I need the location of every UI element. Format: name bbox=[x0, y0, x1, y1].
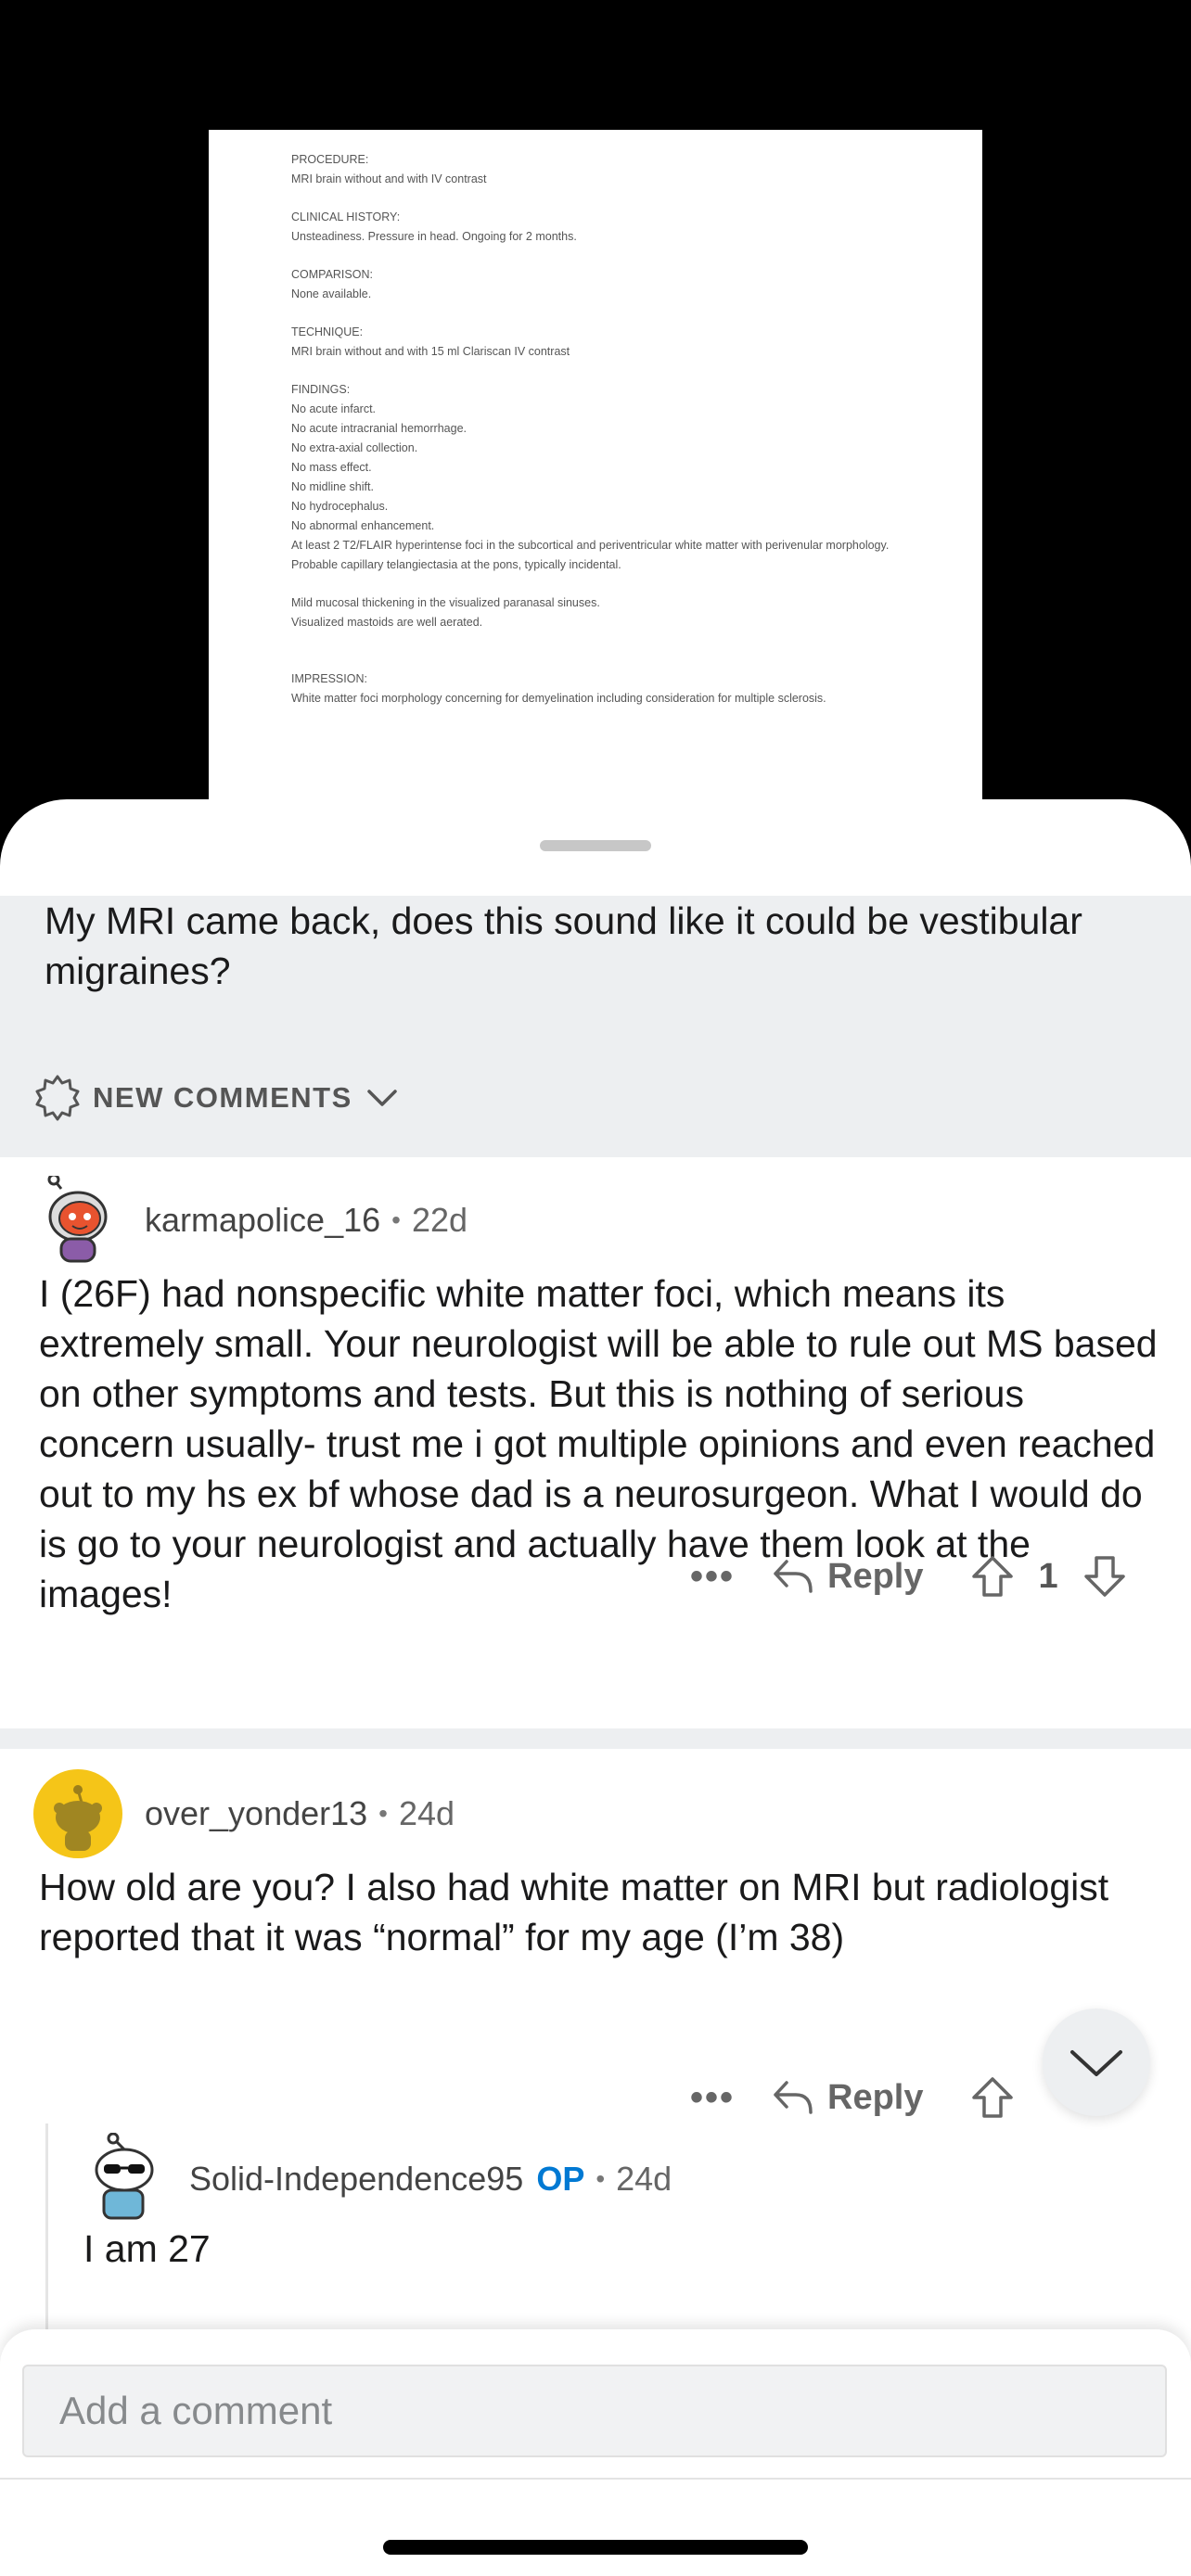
report-section: FINDINGS: No acute infarct. No acute intra… bbox=[291, 380, 945, 575]
comment-composer-bar bbox=[0, 2329, 1191, 2576]
media-viewer: PROCEDURE: MRI brain without and with IV … bbox=[0, 0, 1191, 835]
username[interactable]: karmapolice_16 bbox=[145, 1201, 380, 1240]
report-line: Probable capillary telangiectasia at the… bbox=[291, 558, 621, 571]
separator-dot: • bbox=[391, 1205, 401, 1234]
comment-actions: ••• Reply 1 bbox=[690, 1549, 1127, 1604]
report-heading: COMPARISON: bbox=[291, 268, 373, 281]
separator-dot: • bbox=[378, 1799, 388, 1828]
comment-divider bbox=[0, 1728, 1191, 1749]
report-heading: CLINICAL HISTORY: bbox=[291, 210, 401, 223]
upvote-icon[interactable] bbox=[970, 2075, 1015, 2120]
more-options-button[interactable]: ••• bbox=[690, 2077, 735, 2119]
report-line: No extra-axial collection. bbox=[291, 441, 418, 454]
comment-body: I am 27 bbox=[83, 2227, 211, 2270]
reply-label: Reply bbox=[827, 1556, 924, 1596]
sparkle-badge-icon bbox=[35, 1075, 80, 1121]
report-line: Unsteadiness. Pressure in head. Ongoing … bbox=[291, 230, 577, 243]
report-line: At least 2 T2/FLAIR hyperintense foci in… bbox=[291, 539, 890, 552]
home-indicator[interactable] bbox=[383, 2540, 808, 2555]
op-badge: OP bbox=[536, 2160, 585, 2198]
more-options-button[interactable]: ••• bbox=[690, 1556, 735, 1598]
new-comments-sort[interactable]: NEW COMMENTS bbox=[33, 1070, 410, 1126]
report-line: No abnormal enhancement. bbox=[291, 519, 435, 532]
report-section: CLINICAL HISTORY: Unsteadiness. Pressure … bbox=[291, 208, 945, 247]
mri-report-image[interactable]: PROCEDURE: MRI brain without and with IV … bbox=[209, 130, 982, 835]
reply-button[interactable]: Reply bbox=[772, 1556, 924, 1597]
report-section: Mild mucosal thickening in the visualize… bbox=[291, 593, 945, 632]
report-section: IMPRESSION: White matter foci morphology … bbox=[291, 670, 945, 708]
report-line: None available. bbox=[291, 287, 372, 300]
comment-age: 22d bbox=[411, 1201, 468, 1239]
comment-header: Solid-Independence95 OP • 24d bbox=[189, 2153, 672, 2205]
report-line: No mass effect. bbox=[291, 461, 372, 474]
post-header: My MRI came back, does this sound like i… bbox=[0, 896, 1191, 1157]
report-text: PROCEDURE: MRI brain without and with IV … bbox=[291, 150, 945, 727]
next-comment-button[interactable] bbox=[1043, 2009, 1150, 2116]
report-section: COMPARISON: None available. bbox=[291, 265, 945, 304]
report-line: No acute intracranial hemorrhage. bbox=[291, 422, 467, 435]
reply-button[interactable]: Reply bbox=[772, 2077, 924, 2118]
report-line: White matter foci morphology concerning … bbox=[291, 692, 826, 705]
username[interactable]: Solid-Independence95 bbox=[189, 2160, 523, 2199]
separator-dot: • bbox=[596, 2164, 606, 2193]
report-line: No acute infarct. bbox=[291, 402, 377, 415]
report-heading: PROCEDURE: bbox=[291, 153, 369, 166]
report-section: PROCEDURE: MRI brain without and with IV … bbox=[291, 150, 945, 189]
snoo-avatar-icon bbox=[77, 2132, 164, 2221]
reply-label: Reply bbox=[827, 2077, 924, 2117]
comment-item: over_yonder13 • 24d How old are you? I a… bbox=[0, 1749, 1191, 2166]
downvote-icon[interactable] bbox=[1082, 1554, 1127, 1599]
comment-age: 24d bbox=[616, 2160, 672, 2198]
comment-actions: ••• Reply bbox=[690, 2070, 1015, 2125]
vote-count: 1 bbox=[1038, 1556, 1058, 1596]
report-line: No hydrocephalus. bbox=[291, 500, 389, 513]
report-line: Visualized mastoids are well aerated. bbox=[291, 616, 483, 629]
report-line: MRI brain without and with 15 ml Clarisc… bbox=[291, 345, 570, 358]
comment-header: karmapolice_16 • 22d bbox=[145, 1194, 467, 1246]
comment-header: over_yonder13 • 24d bbox=[145, 1788, 455, 1840]
reply-arrow-icon bbox=[774, 2081, 813, 2114]
report-heading: IMPRESSION: bbox=[291, 672, 367, 685]
divider bbox=[0, 2478, 1191, 2480]
username[interactable]: over_yonder13 bbox=[145, 1794, 367, 1833]
chevron-down-icon bbox=[367, 1090, 397, 1106]
comments-sheet: My MRI came back, does this sound like i… bbox=[0, 799, 1191, 2576]
chevron-down-icon bbox=[1070, 2050, 1122, 2076]
comment-age: 24d bbox=[398, 1794, 455, 1832]
reply-arrow-icon bbox=[774, 1560, 813, 1593]
add-comment-field[interactable] bbox=[22, 2365, 1167, 2457]
post-title: My MRI came back, does this sound like i… bbox=[45, 899, 1082, 992]
report-heading: FINDINGS: bbox=[291, 383, 351, 396]
snoo-avatar-icon bbox=[34, 1173, 122, 1264]
comment-item: Solid-Independence95 OP • 24d I am 27 bbox=[48, 2131, 1191, 2335]
avatar[interactable] bbox=[33, 1173, 122, 1265]
snoo-avatar-icon bbox=[33, 1769, 122, 1858]
vote-controls: 1 bbox=[970, 1554, 1127, 1599]
report-section: TECHNIQUE: MRI brain without and with 15 … bbox=[291, 323, 945, 362]
upvote-icon[interactable] bbox=[970, 1554, 1015, 1599]
report-heading: TECHNIQUE: bbox=[291, 325, 364, 338]
vote-controls bbox=[970, 2075, 1015, 2120]
add-comment-input[interactable] bbox=[24, 2366, 1165, 2455]
comment-item: karmapolice_16 • 22d I (26F) had nonspec… bbox=[0, 1157, 1191, 1673]
avatar[interactable] bbox=[33, 1769, 122, 1858]
sheet-grabber-handle[interactable] bbox=[540, 840, 651, 851]
report-line: Mild mucosal thickening in the visualize… bbox=[291, 596, 600, 609]
avatar[interactable] bbox=[76, 2132, 165, 2222]
new-comments-label: NEW COMMENTS bbox=[93, 1081, 352, 1114]
report-line: No midline shift. bbox=[291, 480, 374, 493]
report-line: MRI brain without and with IV contrast bbox=[291, 172, 487, 185]
comment-body: How old are you? I also had white matter… bbox=[39, 1866, 1109, 1958]
